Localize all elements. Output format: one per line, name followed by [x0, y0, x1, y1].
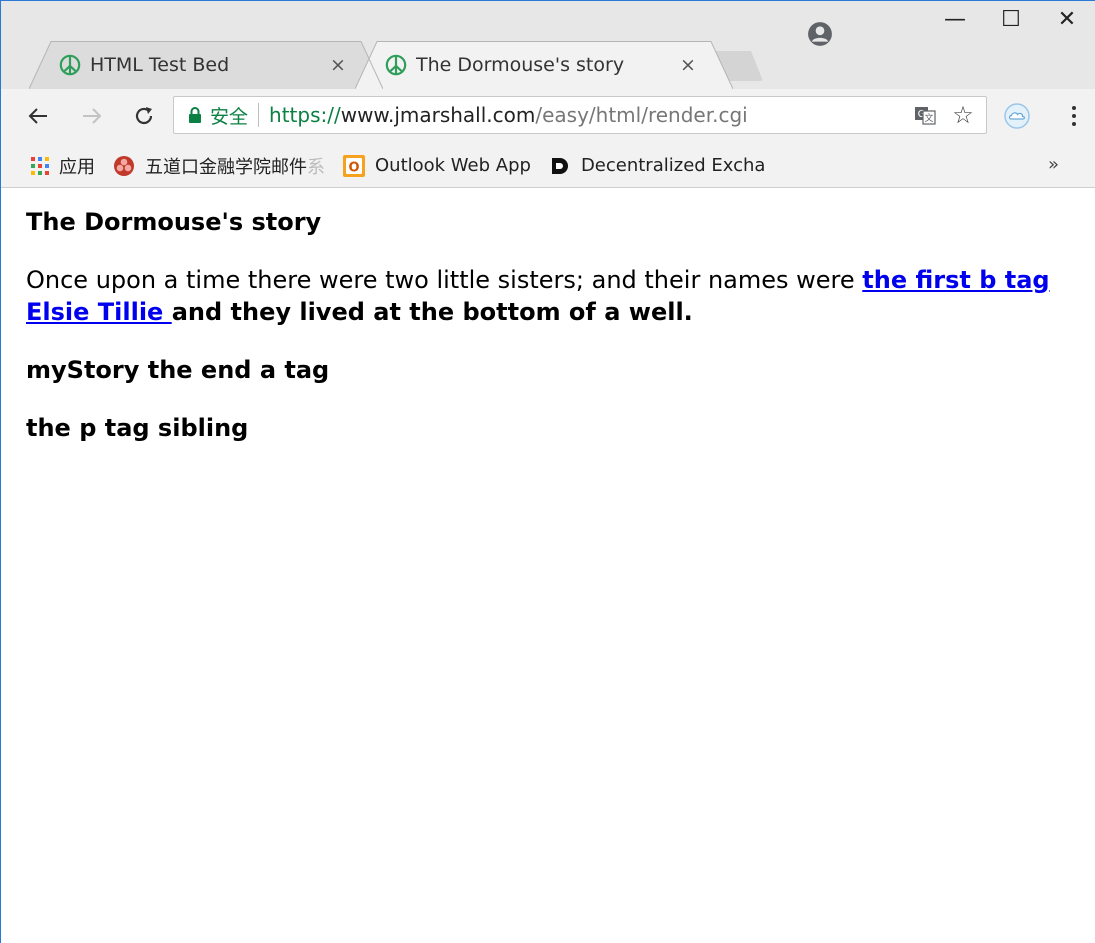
bookmarks-bar: 应用 五道口金融学院邮件系 O Outlook Web App Decentra… [1, 144, 1095, 188]
url-scheme: https:// [269, 103, 341, 127]
bookmark-label: 五道口金融学院邮件 [145, 156, 307, 178]
bookmark-decentralized-exchange[interactable]: Decentralized Excha [549, 155, 766, 177]
sibling-text: the p tag sibling [26, 414, 249, 442]
bookmark-label-fade: 系 [307, 156, 325, 178]
reload-icon [135, 107, 153, 125]
profile-icon[interactable] [807, 21, 833, 47]
lock-icon [189, 107, 201, 123]
close-icon[interactable]: × [677, 54, 699, 76]
bookmark-label: 应用 [59, 156, 95, 178]
tab-title: The Dormouse's story [416, 54, 625, 76]
apps-grid-icon [31, 156, 49, 175]
bookmark-label: Outlook Web App [375, 155, 531, 176]
forward-button[interactable] [77, 101, 107, 131]
bookmark-label: Decentralized Excha [580, 155, 766, 176]
close-window-button[interactable]: ✕ [1039, 1, 1095, 37]
browser-window: HTML Test Bed × The Dormouse's story × —… [0, 0, 1095, 943]
url-text[interactable]: https://www.jmarshall.com/easy/html/rend… [269, 103, 910, 127]
cloud-extension-icon[interactable] [1003, 102, 1031, 130]
translate-icon[interactable]: G 文 [910, 100, 940, 130]
mystory-paragraph: myStory the end a tag [26, 354, 1069, 386]
maximize-button[interactable]: ☐ [983, 1, 1039, 37]
story-paragraph: Once upon a time there were two little s… [26, 264, 1069, 328]
divider [258, 103, 260, 127]
red-flower-icon [114, 155, 134, 176]
url-host: www.jmarshall.com [340, 103, 536, 127]
sibling-paragraph: the p tag sibling [26, 412, 1069, 444]
browser-toolbar: 安全 https://www.jmarshall.com/easy/html/r… [1, 89, 1095, 144]
reload-button[interactable] [129, 101, 159, 131]
close-icon[interactable]: × [327, 54, 349, 76]
address-bar[interactable]: 安全 https://www.jmarshall.com/easy/html/r… [173, 96, 987, 134]
tab-title: HTML Test Bed [90, 54, 230, 76]
mystory-text: myStory the end a tag [26, 356, 330, 384]
page-title: The Dormouse's story [26, 208, 322, 236]
url-path: /easy/html/render.cgi [535, 103, 748, 127]
secure-label: 安全 [210, 105, 249, 128]
star-icon[interactable]: ☆ [948, 100, 978, 130]
tab-dormouse-story[interactable]: The Dormouse's story × [355, 41, 733, 89]
bookmarks-more-button[interactable]: » [1048, 154, 1059, 175]
outlook-icon: O [343, 154, 365, 177]
menu-icon[interactable] [1063, 101, 1085, 131]
svg-text:文: 文 [924, 112, 933, 124]
tab-html-test-bed[interactable]: HTML Test Bed × [29, 41, 383, 89]
peace-icon [385, 54, 407, 76]
back-arrow-icon [28, 108, 47, 124]
forward-arrow-icon [83, 108, 102, 124]
back-button[interactable] [23, 101, 53, 131]
tab-strip: HTML Test Bed × The Dormouse's story × —… [1, 1, 1095, 89]
story-bold-tail: and they lived at the bottom of a well. [171, 298, 693, 326]
d-logo-icon [551, 157, 568, 174]
minimize-button[interactable]: — [927, 1, 983, 37]
bookmark-apps[interactable]: 应用 [31, 153, 95, 179]
story-text: Once upon a time there were two little s… [26, 266, 863, 294]
svg-text:O: O [348, 160, 359, 175]
peace-icon [59, 54, 81, 76]
bookmark-outlook[interactable]: O Outlook Web App [343, 154, 531, 177]
bookmark-pbcsf-mail[interactable]: 五道口金融学院邮件系 [113, 153, 325, 179]
window-controls: — ☐ ✕ [927, 1, 1095, 37]
page-content: The Dormouse's story Once upon a time th… [1, 188, 1095, 444]
